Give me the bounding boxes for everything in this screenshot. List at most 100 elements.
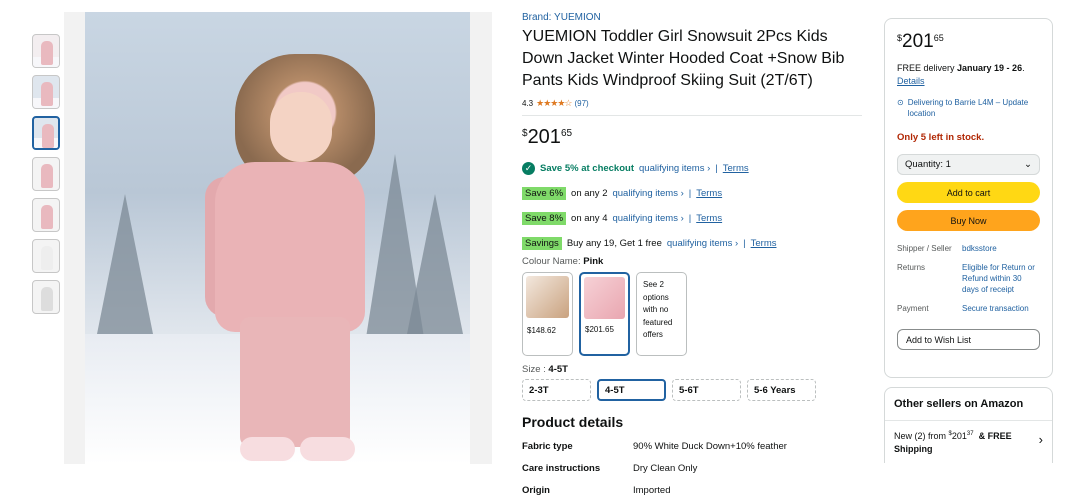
promo-text: on any 4 [571, 213, 608, 224]
colour-label-text: Colour Name: [522, 256, 581, 267]
delivery-info: FREE delivery January 19 - 26. Details [897, 63, 1025, 86]
offer-fraction: 37 [966, 431, 974, 437]
colour-value: Pink [583, 256, 604, 267]
delivery-details-link[interactable]: Details [897, 76, 925, 86]
buy-now-button[interactable]: Buy Now [897, 210, 1040, 231]
thumbnail-2[interactable] [32, 75, 60, 109]
colour-swatches: $148.62 $201.65 See 2 options with no fe… [522, 272, 862, 356]
quantity-select[interactable]: Quantity: 1 ⌄ [897, 154, 1040, 175]
product-title: YUEMION Toddler Girl Snowsuit 2Pcs Kids … [522, 28, 845, 89]
size-value: 4-5T [548, 364, 568, 375]
promo-text: on any 2 [571, 188, 608, 199]
swatch-image [584, 277, 625, 319]
separator: | [715, 163, 718, 174]
delivery-prefix: FREE delivery [897, 63, 955, 73]
payment-link[interactable]: Secure transaction [962, 303, 1040, 314]
add-to-cart-button[interactable]: Add to cart [897, 182, 1040, 203]
thumbnail-3[interactable] [32, 116, 60, 150]
offer-suffix: & FREE [978, 431, 1012, 441]
detail-row: Fabric type 90% White Duck Down+10% feat… [522, 441, 862, 452]
chevron-down-icon: ⌄ [1024, 159, 1032, 170]
separator: | [743, 238, 746, 249]
size-label-text: Size : [522, 364, 546, 375]
terms-link[interactable]: Terms [723, 163, 749, 174]
terms-link[interactable]: Terms [696, 213, 722, 224]
delivery-location-link[interactable]: ⊙ Delivering to Barrie L4M – Update loca… [897, 97, 1040, 119]
product-price: $ 201 65 [522, 126, 862, 148]
delivery-date: January 19 - 26 [957, 63, 1023, 73]
buybox-price: $ 201 65 [897, 31, 1040, 53]
other-sellers-box: Other sellers on Amazon New (2) from $20… [884, 387, 1053, 463]
checkmark-icon: ✓ [522, 162, 535, 175]
returns-link[interactable]: Eligible for Return or Refund within 30 … [962, 262, 1040, 295]
promo-row-3: Save 8% on any 4 qualifying items › | Te… [522, 212, 862, 225]
promo-row-4: Savings Buy any 19, Get 1 free qualifyin… [522, 237, 862, 250]
seller-info: Shipper / Seller bdksstore Returns Eligi… [897, 243, 1040, 314]
colour-label: Colour Name: Pink [522, 256, 862, 267]
promo-badge: Savings [522, 237, 562, 250]
brand-link[interactable]: Brand: YUEMION [522, 12, 862, 23]
size-option[interactable]: 5-6 Years [747, 379, 816, 401]
size-label: Size : 4-5T [522, 364, 862, 375]
qualifying-items-link[interactable]: qualifying items › [639, 163, 710, 174]
product-details-heading: Product details [522, 414, 624, 430]
other-sellers-offer[interactable]: New (2) from $20137 & FREE Shipping › [885, 421, 1052, 463]
colour-option-1[interactable]: $148.62 [522, 272, 573, 356]
review-count-link[interactable]: (97) [574, 99, 588, 108]
offer-price: 201 [951, 431, 967, 441]
returns-label: Returns [897, 263, 926, 272]
shipper-link[interactable]: bdksstore [962, 243, 1040, 254]
location-pin-icon: ⊙ [897, 98, 904, 107]
separator: | [688, 188, 692, 199]
thumbnail-6[interactable] [32, 239, 60, 273]
add-to-wishlist-button[interactable]: Add to Wish List [897, 329, 1040, 350]
swatch-text: See 2 options with no featured offers [643, 280, 673, 339]
qualifying-items-link[interactable]: qualifying items › [667, 238, 738, 249]
quantity-value: Quantity: 1 [905, 159, 951, 170]
thumbnail-5[interactable] [32, 198, 60, 232]
stock-status: Only 5 left in stock. [897, 132, 985, 143]
thumbnail-4[interactable] [32, 157, 60, 191]
main-product-image[interactable] [85, 12, 470, 464]
price-fraction: 65 [560, 128, 573, 139]
qualifying-items-link[interactable]: qualifying items › [612, 188, 683, 199]
swatch-price: $148.62 [527, 326, 556, 335]
promo-lead: Save 5% at checkout [540, 163, 634, 174]
thumbnail-1[interactable] [32, 34, 60, 68]
offer-prefix: New (2) from [894, 431, 947, 441]
other-sellers-heading: Other sellers on Amazon [885, 388, 1052, 421]
detail-value: Dry Clean Only [633, 463, 698, 474]
promo-badge: Save 6% [522, 187, 567, 200]
size-option[interactable]: 2-3T [522, 379, 591, 401]
terms-link[interactable]: Terms [696, 188, 722, 199]
separator: | [688, 213, 692, 224]
shipper-label: Shipper / Seller [897, 244, 952, 253]
swatch-price: $201.65 [585, 325, 614, 334]
qualifying-items-link[interactable]: qualifying items › [612, 213, 683, 224]
thumbnail-7[interactable] [32, 280, 60, 314]
terms-link[interactable]: Terms [751, 238, 777, 249]
size-options: 2-3T 4-5T 5-6T 5-6 Years [522, 379, 862, 401]
payment-label: Payment [897, 304, 929, 313]
size-option[interactable]: 5-6T [672, 379, 741, 401]
price-whole: 201 [902, 31, 934, 52]
offer-shipping: Shipping [894, 444, 933, 454]
buy-box: $ 201 65 FREE delivery January 19 - 26. … [884, 18, 1053, 378]
rating-row: 4.3 ★★★★☆ (97) [522, 98, 862, 116]
promo-row-2: Save 6% on any 2 qualifying items › | Te… [522, 187, 862, 200]
rating-value: 4.3 [522, 99, 534, 108]
colour-option-2[interactable]: $201.65 [579, 272, 630, 356]
star-rating-icon[interactable]: ★★★★☆ [536, 98, 572, 109]
detail-key: Care instructions [522, 463, 601, 474]
detail-row: Care instructions Dry Clean Only [522, 463, 862, 474]
size-option-selected[interactable]: 4-5T [597, 379, 666, 401]
swatch-image [526, 276, 569, 318]
price-fraction: 65 [933, 33, 944, 43]
colour-option-more[interactable]: See 2 options with no featured offers [636, 272, 687, 356]
detail-key: Origin [522, 485, 550, 496]
thumbnail-strip [32, 34, 60, 321]
price-whole: 201 [527, 126, 561, 148]
promo-text: Buy any 19, Get 1 free [566, 238, 662, 249]
product-info: Brand: YUEMION YUEMION Toddler Girl Snow… [522, 12, 862, 496]
detail-value: Imported [633, 485, 671, 496]
